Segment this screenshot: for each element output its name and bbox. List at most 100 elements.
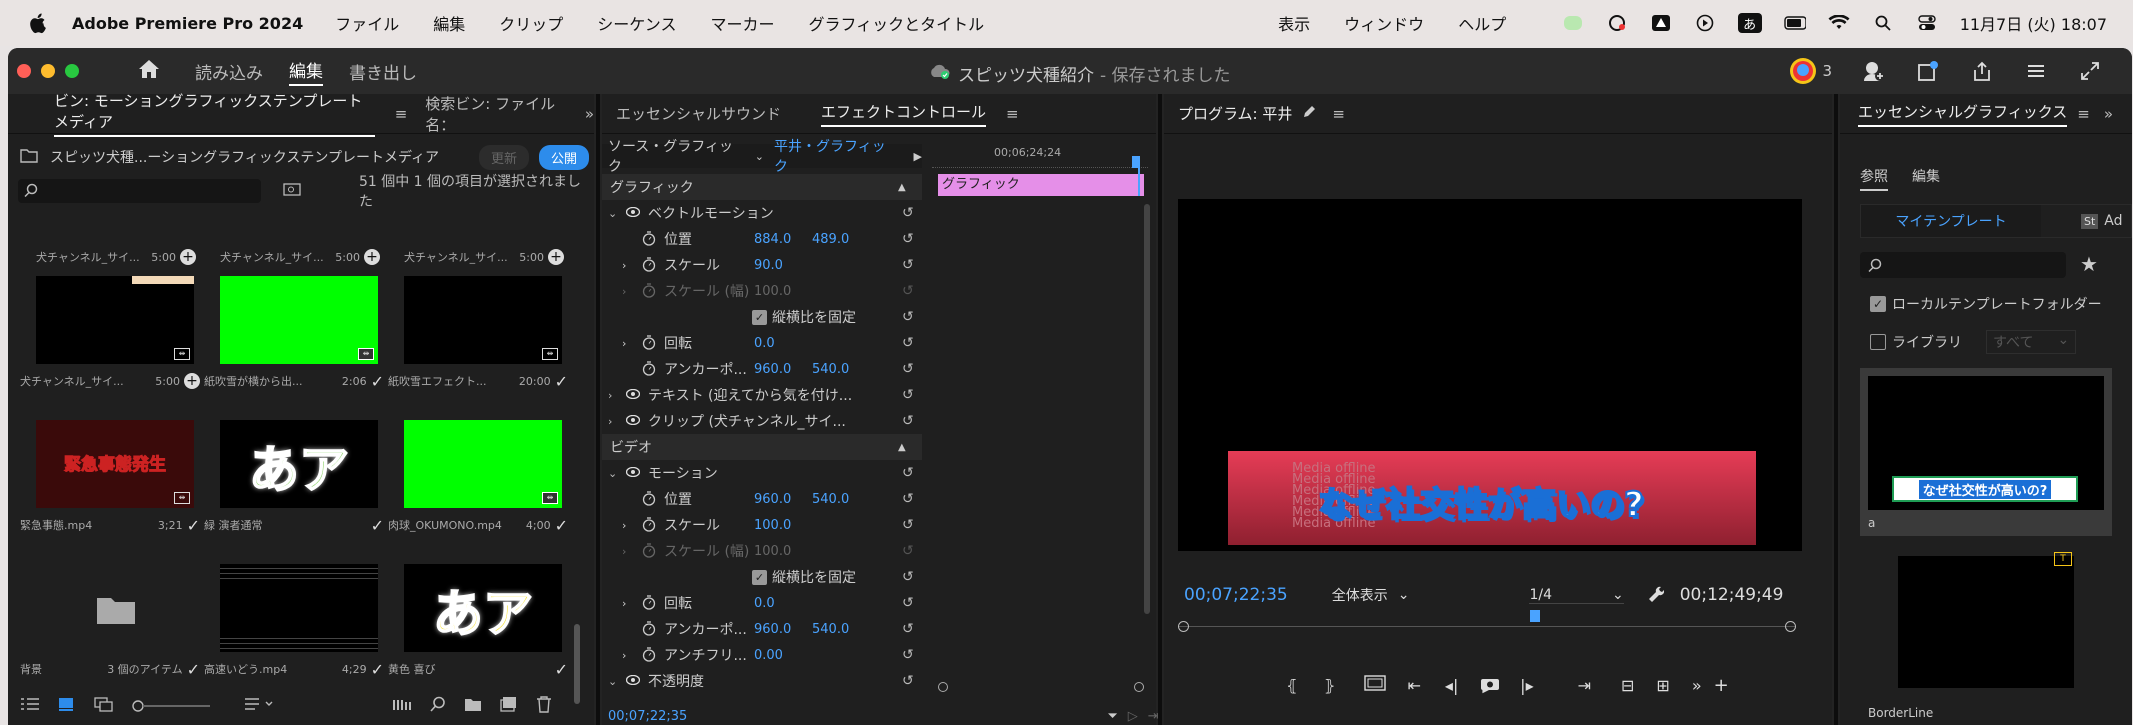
reset-icon[interactable]: ↺ [902,647,918,663]
trash-icon[interactable] [536,695,552,717]
panel-menu-icon[interactable]: ≡ [1006,105,1019,123]
step-forward-icon[interactable]: |▸ [1520,676,1533,695]
local-folder-checkbox[interactable]: ✓ [1870,296,1886,312]
publish-button[interactable]: 公開 [539,144,590,170]
zoom-window-button[interactable] [65,64,79,78]
tab-adobe-stock[interactable]: St Ad [2041,205,2123,237]
fx-value[interactable]: 100.0 [754,284,791,299]
stopwatch-icon[interactable] [642,231,656,250]
bin-folder-icon[interactable] [20,147,38,167]
library-select[interactable]: すべて ⌄ [1986,330,2077,354]
tab-edit-graphics[interactable]: 編集 [1912,166,1940,191]
insert-icon[interactable]: ⊟ [1621,676,1634,695]
stopwatch-icon[interactable] [642,257,656,276]
freeform-view-icon[interactable] [94,696,114,716]
tab-bin[interactable]: ビン: モーショングラフィックステンプレートメディア [54,90,375,137]
add-control-icon[interactable]: + [1714,675,1729,696]
menu-graphics[interactable]: グラフィックとタイトル [808,11,984,35]
icon-view-icon[interactable] [58,696,76,716]
stopwatch-icon[interactable] [642,491,656,510]
share-icon[interactable] [1970,59,1994,83]
new-item-icon[interactable] [500,696,518,716]
quick-export-notify-icon[interactable] [1916,59,1940,83]
collapse-arrow-icon[interactable]: ▲ [898,442,906,453]
step-back-icon[interactable]: ◂| [1445,676,1458,695]
menu-marker[interactable]: マーカー [710,11,774,35]
chevron-down-icon[interactable]: ⌄ [608,467,622,480]
fx-scrollbar-h[interactable] [938,682,1144,692]
mark-in-icon[interactable]: ⦃ [1286,676,1298,695]
panel-divider[interactable] [1834,94,1838,725]
project-item[interactable]: 背景 3 個のアイテム ✓ [20,564,200,679]
fx-value[interactable]: 100.0 [754,518,791,533]
fx-value[interactable]: 540.0 [812,622,849,637]
chevron-right-icon[interactable]: › [622,545,626,558]
close-window-button[interactable] [17,64,31,78]
item-thumbnail[interactable]: ⇹ [220,276,378,364]
fx-property-row[interactable]: ✓ 縦横比を固定 ↺ [602,304,922,330]
more-controls-icon[interactable]: » [1692,676,1702,695]
collapse-arrow-icon[interactable]: ▲ [898,182,906,193]
reset-icon[interactable]: ↺ [902,621,918,637]
app-menu-name[interactable]: Adobe Premiere Pro 2024 [72,14,303,33]
reset-icon[interactable]: ↺ [902,335,918,351]
chevron-right-icon[interactable]: › [622,597,626,610]
project-search-input[interactable] [18,179,261,203]
tab-search-bin[interactable]: 検索ビン: ファイル名： [425,93,565,135]
reset-icon[interactable]: ↺ [902,569,918,585]
fx-property-row[interactable]: › スケール 100.0 ↺ [602,512,922,538]
chevron-right-icon[interactable]: › [622,285,626,298]
source-clip-label[interactable]: ソース・グラフィック [608,136,747,176]
target-clip-label[interactable]: 平井・グラフィック [774,136,900,177]
chevron-right-icon[interactable]: › [622,337,626,350]
overwrite-icon[interactable]: ⊞ [1656,676,1669,695]
chevron-down-icon[interactable]: ⌄ [608,675,622,688]
fx-value[interactable]: 960.0 [754,492,791,507]
fx-property-row[interactable]: › 回転 0.0 ↺ [602,590,922,616]
video-preview[interactable]: Media offline Media offline Media offlin… [1178,199,1802,551]
reset-icon[interactable]: ↺ [902,205,918,221]
program-title[interactable]: プログラム: 平井 [1178,103,1292,124]
essential-graphics-title[interactable]: エッセンシャルグラフィックス [1858,101,2068,127]
menu-view[interactable]: 表示 [1278,11,1310,35]
pencil-icon[interactable] [1302,105,1316,123]
template-card[interactable]: T BorderLine [1860,548,2112,720]
tab-edit[interactable]: 編集 [289,57,323,86]
control-center-icon[interactable] [1916,14,1938,32]
monitor-scrubber[interactable] [1178,610,1796,638]
project-item[interactable]: あア緑 演者通常 ✓ [204,420,384,535]
fx-effect-row[interactable]: › クリップ (犬チャンネル_サイ... ↺ [602,408,922,434]
new-search-bin-icon[interactable] [283,182,301,200]
fx-effect-row[interactable]: ⌄ 不透明度 ↺ [602,668,922,694]
tab-export[interactable]: 書き出し [349,59,417,84]
chevron-right-icon[interactable]: › [622,649,626,662]
spotlight-search-icon[interactable] [1872,14,1894,32]
reset-icon[interactable]: ↺ [902,465,918,481]
menu-window[interactable]: ウィンドウ [1344,11,1424,35]
fx-property-row[interactable]: 位置 884.0 489.0 ↺ [602,226,922,252]
stopwatch-icon[interactable] [642,283,656,302]
uniform-scale-checkbox[interactable]: ✓ [752,569,767,585]
fit-select[interactable]: 全体表示 ⌄ [1332,585,1410,605]
fx-effect-row[interactable]: ⌄ ベクトルモーション ↺ [602,200,922,226]
menu-sequence[interactable]: シーケンス [597,11,676,35]
item-thumbnail[interactable]: ⇹ [404,276,562,364]
menubar-clock[interactable]: 11月7日 (火) 18:07 [1960,11,2107,35]
reset-icon[interactable]: ↺ [902,283,918,299]
eye-icon[interactable] [625,387,641,403]
stopwatch-icon[interactable] [642,335,656,354]
fx-scrollbar-v[interactable] [1144,204,1150,614]
panel-menu-icon[interactable]: ≡ [2077,105,2090,123]
stopwatch-icon[interactable] [642,361,656,380]
find-icon[interactable] [430,696,446,716]
fx-property-row[interactable]: アンカーポ... 960.0 540.0 ↺ [602,616,922,642]
ime-indicator[interactable]: あ [1737,13,1762,33]
reset-icon[interactable]: ↺ [902,543,918,559]
template-card-selected[interactable]: なぜ社交性が高いの? a [1860,368,2112,536]
fx-property-row[interactable]: アンカーポ... 960.0 540.0 ↺ [602,356,922,382]
project-item[interactable]: 高速いどう.mp4 4;29 ✓ [204,564,384,679]
filter-icon[interactable]: ⏷ [1107,709,1117,724]
eye-icon[interactable] [625,205,641,221]
project-item[interactable]: あア 黄色 喜び ✓ [388,564,568,679]
fx-effect-row[interactable]: ⌄ モーション ↺ [602,460,922,486]
